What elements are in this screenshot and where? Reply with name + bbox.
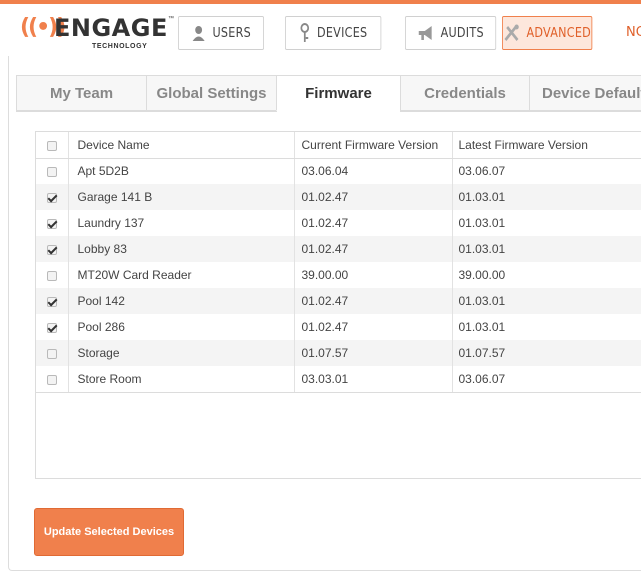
table-row[interactable]: Store Room 03.03.01 03.06.07 xyxy=(36,366,641,393)
row-select-cell xyxy=(36,158,69,184)
row-select-cell xyxy=(36,236,69,262)
row-select-cell xyxy=(36,288,69,314)
row-select-cell xyxy=(36,340,69,366)
trademark-symbol: ™ xyxy=(168,16,174,22)
row-checkbox[interactable] xyxy=(46,192,57,203)
current-version-cell: 01.02.47 xyxy=(294,210,453,236)
megaphone-icon xyxy=(419,26,432,40)
latest-version-cell: 03.06.07 xyxy=(458,164,506,179)
device-name-cell: Apt 5D2B xyxy=(68,158,295,184)
column-header-device-name[interactable]: Device Name xyxy=(68,132,295,159)
latest-version-cell: 01.03.01 xyxy=(458,216,506,230)
column-header-current-firmware[interactable]: Current Firmware Version xyxy=(294,132,453,159)
tools-icon xyxy=(504,24,520,42)
current-version-cell: 03.03.01 xyxy=(294,366,453,393)
table-row[interactable]: Lobby 83 01.02.47 01.03.01 xyxy=(36,236,641,262)
current-version-cell: 01.02.47 xyxy=(294,288,453,314)
table-row[interactable]: Pool 286 01.02.47 01.03.01 xyxy=(36,314,641,340)
table-row[interactable]: Garage 141 B 01.02.47 01.03.01 xyxy=(36,184,641,210)
row-select-cell xyxy=(36,262,69,288)
device-name-cell: Storage xyxy=(68,340,295,366)
row-select-cell xyxy=(36,210,69,236)
nav-users-label: USERS xyxy=(212,25,251,41)
current-version-cell: 01.02.47 xyxy=(294,236,453,262)
brand-subtitle: TECHNOLOGY xyxy=(92,43,148,50)
tab-global-settings[interactable]: Global Settings xyxy=(146,75,276,111)
nav-users-button[interactable]: USERS xyxy=(178,16,264,50)
nav-audits-button[interactable]: AUDITS xyxy=(405,16,497,50)
row-checkbox[interactable] xyxy=(46,167,57,178)
device-name-cell: Garage 141 B xyxy=(68,184,295,210)
table-row[interactable]: Laundry 137 01.02.47 01.03.01 xyxy=(36,210,641,236)
row-checkbox[interactable] xyxy=(46,322,57,333)
firmware-table: Device Name Current Firmware Version Lat… xyxy=(35,131,641,479)
table-row[interactable]: Apt 5D2B 03.06.04 03.06.07 xyxy=(36,158,641,184)
column-header-latest-firmware[interactable]: Latest Firmware Version xyxy=(452,132,641,159)
device-name-cell: Lobby 83 xyxy=(68,236,295,262)
latest-version-cell: 01.03.01 xyxy=(458,190,506,204)
nav-audits-label: AUDITS xyxy=(440,25,484,41)
device-name-cell: Laundry 137 xyxy=(68,210,295,236)
device-name-cell: Pool 142 xyxy=(68,288,295,314)
table-row[interactable]: Pool 142 01.02.47 01.03.01 xyxy=(36,288,641,314)
current-version-cell: 03.06.04 xyxy=(294,158,453,184)
app-header: ((•)) ENGAGE ™ TECHNOLOGY USERS DEVICES … xyxy=(0,4,641,56)
user-icon xyxy=(192,26,205,41)
current-version-cell: 01.02.47 xyxy=(294,184,453,210)
current-version-cell: 01.02.47 xyxy=(294,314,453,340)
tab-device-defaults[interactable]: Device Defaults xyxy=(529,75,641,111)
nav-advanced-label: ADVANCED xyxy=(526,25,592,41)
key-icon xyxy=(300,23,310,42)
row-checkbox[interactable] xyxy=(46,218,57,229)
latest-version-cell: 39.00.00 xyxy=(458,268,506,282)
row-select-cell xyxy=(36,184,69,210)
row-checkbox[interactable] xyxy=(46,374,57,385)
nav-clipped-item[interactable]: NO xyxy=(626,25,641,40)
select-all-checkbox[interactable] xyxy=(46,140,57,151)
row-checkbox[interactable] xyxy=(46,296,57,307)
row-checkbox[interactable] xyxy=(46,270,57,281)
tab-my-team[interactable]: My Team xyxy=(16,75,146,111)
latest-version-cell: 03.06.07 xyxy=(452,366,641,393)
nav-devices-button[interactable]: DEVICES xyxy=(285,16,382,50)
table-row[interactable]: Storage 01.07.57 01.07.57 xyxy=(36,340,641,366)
brand-name: ENGAGE xyxy=(54,14,168,42)
device-name-cell: Store Room xyxy=(68,366,295,393)
latest-version-cell: 01.03.01 xyxy=(458,242,506,256)
tab-firmware[interactable]: Firmware xyxy=(276,75,400,111)
nav-devices-label: DEVICES xyxy=(316,25,368,41)
engage-logo[interactable]: ((•)) ENGAGE ™ TECHNOLOGY xyxy=(20,12,174,52)
table-row[interactable]: MT20W Card Reader 39.00.00 39.00.00 xyxy=(36,262,641,288)
settings-tabs: My Team Global Settings Firmware Credent… xyxy=(16,75,641,111)
current-version-cell: 39.00.00 xyxy=(294,262,453,288)
update-selected-devices-button[interactable]: Update Selected Devices xyxy=(34,508,184,556)
latest-version-cell: 01.03.01 xyxy=(458,320,506,334)
select-all-cell xyxy=(36,132,69,159)
latest-version-cell: 01.07.57 xyxy=(458,346,506,360)
device-name-cell: MT20W Card Reader xyxy=(68,262,295,288)
current-version-cell: 01.07.57 xyxy=(294,340,453,366)
row-select-cell xyxy=(36,366,69,393)
device-name-cell: Pool 286 xyxy=(68,314,295,340)
table-header-row: Device Name Current Firmware Version Lat… xyxy=(36,132,641,159)
tab-credentials[interactable]: Credentials xyxy=(400,75,529,111)
active-tab-gap xyxy=(277,111,400,112)
nav-advanced-button[interactable]: ADVANCED xyxy=(502,16,593,50)
row-checkbox[interactable] xyxy=(46,348,57,359)
latest-version-cell: 01.03.01 xyxy=(458,294,506,308)
row-checkbox[interactable] xyxy=(46,244,57,255)
row-select-cell xyxy=(36,314,69,340)
